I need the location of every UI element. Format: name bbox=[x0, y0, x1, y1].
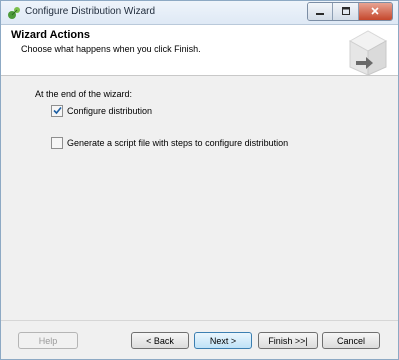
minimize-icon bbox=[315, 6, 325, 18]
header-subtitle: Choose what happens when you click Finis… bbox=[21, 44, 201, 54]
option-configure-distribution[interactable]: Configure distribution bbox=[51, 105, 152, 117]
cancel-button[interactable]: Cancel bbox=[322, 332, 380, 349]
generate-script-label: Generate a script file with steps to con… bbox=[67, 138, 289, 148]
wizard-icon bbox=[6, 5, 22, 21]
close-icon bbox=[370, 6, 380, 18]
help-button[interactable]: Help bbox=[18, 332, 78, 349]
finish-button[interactable]: Finish >>| bbox=[258, 332, 318, 349]
wizard-header-art bbox=[342, 25, 390, 76]
wizard-window: Configure Distribution Wizard Wizard Act… bbox=[0, 0, 399, 360]
wizard-header: Wizard Actions Choose what happens when … bbox=[1, 25, 398, 76]
configure-distribution-label: Configure distribution bbox=[67, 106, 153, 116]
end-of-wizard-label: At the end of the wizard: bbox=[35, 89, 133, 99]
maximize-icon bbox=[341, 6, 351, 18]
footer-divider bbox=[1, 320, 398, 321]
window-controls bbox=[307, 2, 393, 21]
option-generate-script[interactable]: Generate a script file with steps to con… bbox=[51, 137, 288, 149]
checkmark-icon bbox=[52, 106, 62, 117]
back-button[interactable]: < Back bbox=[131, 332, 189, 349]
maximize-button[interactable] bbox=[333, 3, 359, 20]
title-bar: Configure Distribution Wizard bbox=[1, 1, 398, 25]
minimize-button[interactable] bbox=[308, 3, 334, 20]
window-title: Configure Distribution Wizard bbox=[25, 6, 156, 17]
close-button[interactable] bbox=[358, 3, 392, 20]
generate-script-checkbox[interactable] bbox=[51, 137, 63, 149]
next-button[interactable]: Next > bbox=[194, 332, 252, 349]
configure-distribution-checkbox[interactable] bbox=[51, 105, 63, 117]
header-title: Wizard Actions bbox=[11, 29, 90, 41]
